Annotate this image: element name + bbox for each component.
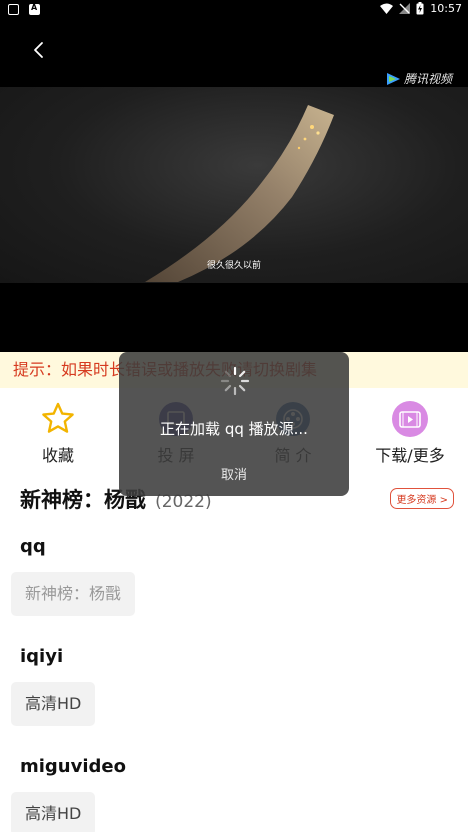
loading-message: 正在加载 qq 播放源... [160,420,308,438]
battery-icon [416,2,424,15]
video-frame [0,87,468,283]
star-icon [42,402,74,433]
back-arrow-icon[interactable] [26,36,54,64]
favorite-label: 收藏 [41,446,74,465]
video-download-icon [392,401,428,437]
brand-label: 腾讯视频 [403,72,452,86]
source-name: iqiyi [20,646,64,667]
video-subtitle: 很久很久以前 [206,261,261,271]
favorite-button[interactable]: 收藏 [0,396,118,466]
wifi-icon [380,3,394,14]
video-scene-image [145,105,334,282]
status-bar: 10:57 [0,0,468,20]
episode-chip[interactable]: 新神榜：杨戬 [11,572,136,616]
tencent-video-logo-icon [386,72,400,85]
loading-spinner-icon [220,366,250,396]
notification-icon [8,4,19,15]
source-name: qq [20,536,46,557]
clock: 10:57 [430,2,462,15]
more-resources-button[interactable]: 更多资源 > [390,488,454,509]
source-name: miguvideo [20,756,126,777]
episode-chip[interactable]: 高清HD [11,682,96,726]
download-more-button[interactable]: 下载/更多 [350,396,468,466]
cancel-button[interactable]: 取消 [119,464,349,483]
download-more-label: 下载/更多 [375,446,445,465]
loading-dialog: 正在加载 qq 播放源... 取消 [119,352,349,496]
app-notification-icon [29,3,40,15]
video-player[interactable]: 10:57 腾讯视频 很久很久以前 [0,0,468,352]
tencent-video-watermark: 腾讯视频 [386,70,452,87]
episode-chip[interactable]: 高清HD [11,792,96,832]
signal-off-icon [399,3,411,14]
